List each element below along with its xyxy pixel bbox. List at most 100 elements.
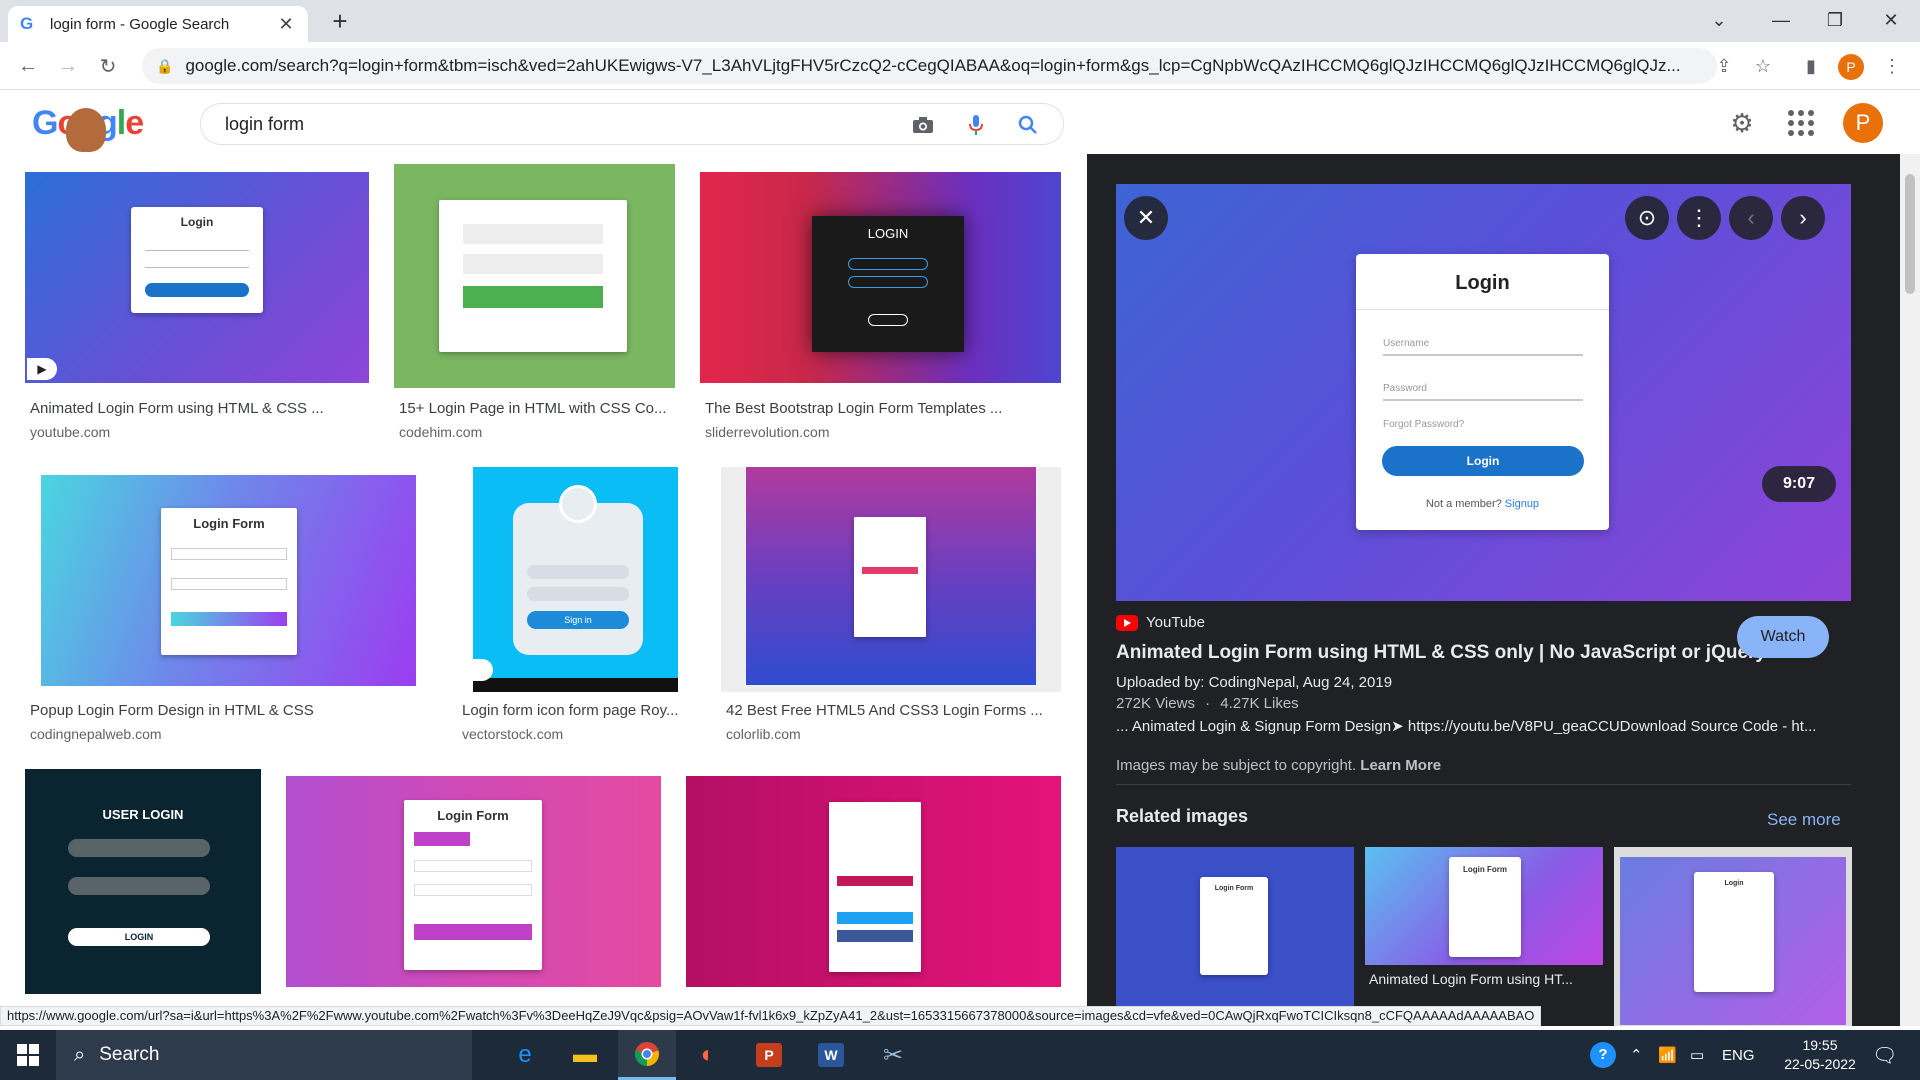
thumb-text: Login Form [193, 516, 265, 531]
result-title[interactable]: 42 Best Free HTML5 And CSS3 Login Forms … [726, 702, 1061, 719]
result-thumbnail[interactable]: Login ▶ [25, 172, 369, 383]
result-thumbnail[interactable]: LOGIN [700, 172, 1061, 383]
forward-arrow-icon[interactable]: → [52, 50, 84, 82]
watch-button[interactable]: Watch [1737, 616, 1829, 658]
share-icon[interactable]: ⇪ [1710, 52, 1738, 80]
image-badge-icon [457, 659, 493, 681]
preview-not-member: Not a member? [1425, 498, 1502, 510]
preview-title[interactable]: Animated Login Form using HTML & CSS onl… [1116, 642, 1766, 664]
previous-arrow-icon[interactable]: ‹ [1729, 196, 1773, 240]
result-source: sliderrevolution.com [705, 424, 830, 440]
windows-start-button[interactable] [0, 1030, 56, 1080]
chrome-icon[interactable] [618, 1030, 676, 1080]
address-bar[interactable]: 🔒 google.com/search?q=login+form&tbm=isc… [142, 48, 1717, 84]
result-source: codehim.com [399, 424, 483, 440]
tray-chevron-icon[interactable]: ⌃ [1630, 1030, 1643, 1080]
learn-more-link[interactable]: Learn More [1360, 757, 1441, 774]
search-icon[interactable] [1015, 113, 1041, 137]
settings-gear-icon[interactable]: ⚙ [1726, 107, 1758, 139]
thumb-login-card: Login [1694, 872, 1774, 992]
google-favicon-icon: G [20, 14, 34, 33]
lens-icon[interactable]: ⊙ [1625, 196, 1669, 240]
taskbar-clock[interactable]: 19:55 22-05-2022 [1770, 1036, 1870, 1074]
preview-image[interactable]: Login Username Password Forgot Password?… [1116, 184, 1851, 601]
thumb-login-card: Login Form [161, 508, 297, 655]
edge-icon[interactable]: e [496, 1030, 554, 1080]
result-thumbnail[interactable]: Login Form [286, 776, 661, 987]
thumb-login-card [854, 517, 926, 637]
recorder-icon[interactable]: ◐ [679, 1030, 737, 1080]
result-thumbnail[interactable] [721, 467, 1061, 692]
browser-toolbar: ← → ↻ 🔒 google.com/search?q=login+form&t… [0, 42, 1920, 90]
related-image-thumbnail[interactable]: Login Form Animated Login Form using HT.… [1365, 847, 1603, 1026]
related-images-heading: Related images [1116, 806, 1249, 826]
result-thumbnail[interactable]: USER LOGIN LOGIN [25, 769, 261, 994]
close-icon[interactable]: ✕ [1124, 196, 1168, 240]
page-scrollbar[interactable] [1900, 154, 1920, 1026]
close-window-button[interactable]: ✕ [1862, 0, 1920, 40]
result-thumbnail[interactable] [686, 776, 1061, 987]
network-icon[interactable]: 📶 [1658, 1030, 1677, 1080]
result-title[interactable]: Animated Login Form using HTML & CSS ... [30, 400, 370, 417]
result-source: colorlib.com [726, 726, 801, 742]
views-count: 272K Views [1116, 695, 1195, 712]
powerpoint-icon[interactable]: P [740, 1030, 798, 1080]
thumb-text: Login Form [1463, 865, 1507, 874]
back-arrow-icon[interactable]: ← [12, 50, 44, 82]
bookmark-star-icon[interactable]: ☆ [1749, 52, 1777, 80]
microphone-icon[interactable] [963, 113, 989, 137]
side-panel-icon[interactable]: ▮ [1797, 52, 1825, 80]
result-thumbnail[interactable] [394, 164, 675, 388]
language-indicator[interactable]: ENG [1722, 1030, 1755, 1080]
result-title[interactable]: Login form icon form page Roy... [462, 702, 694, 719]
notifications-icon[interactable]: 🗨 [1872, 1030, 1897, 1080]
clock-time: 19:55 [1802, 1037, 1838, 1053]
thumb-login-card [439, 200, 627, 352]
result-title[interactable]: The Best Bootstrap Login Form Templates … [705, 400, 1060, 417]
next-arrow-icon[interactable]: › [1781, 196, 1825, 240]
scrollbar-thumb[interactable] [1905, 174, 1915, 294]
thumb-login-card: Login Form [1200, 877, 1268, 975]
restore-button[interactable]: ❐ [1806, 0, 1864, 40]
reload-icon[interactable]: ↻ [92, 50, 124, 82]
result-title[interactable]: 15+ Login Page in HTML with CSS Co... [399, 400, 674, 417]
preview-form-title: Login [1455, 272, 1510, 294]
thumb-text: LOGIN [68, 928, 210, 946]
related-image-thumbnail[interactable]: Login [1614, 847, 1852, 1026]
url-text: google.com/search?q=login+form&tbm=isch&… [185, 56, 1681, 75]
help-icon[interactable]: ? [1590, 1030, 1616, 1080]
source-site[interactable]: YouTube [1116, 614, 1205, 631]
browser-tab[interactable]: G login form - Google Search ✕ [8, 6, 308, 42]
taskbar-search[interactable]: ⌕ Search [56, 1030, 472, 1080]
word-icon[interactable]: W [802, 1030, 860, 1080]
file-explorer-icon[interactable]: ▬ [556, 1030, 614, 1080]
browser-profile-avatar[interactable]: P [1838, 54, 1864, 80]
thumb-text: USER LOGIN [102, 807, 184, 822]
result-title[interactable]: Popup Login Form Design in HTML & CSS [30, 702, 430, 719]
thumb-login-card: Login [131, 207, 263, 313]
search-icon: ⌕ [74, 1043, 86, 1066]
browser-tab-strip: G login form - Google Search ✕ + ⌄ — ❐ ✕ [0, 0, 1920, 42]
see-more-link[interactable]: See more [1767, 810, 1841, 830]
related-image-thumbnail[interactable]: Login Form [1116, 847, 1354, 1026]
google-account-avatar[interactable]: P [1843, 103, 1883, 143]
result-thumbnail[interactable]: Login Form [25, 467, 431, 692]
preview-signup-link: Signup [1504, 498, 1540, 510]
battery-icon[interactable]: ▭ [1690, 1030, 1704, 1080]
new-tab-button[interactable]: + [325, 6, 355, 36]
more-options-icon[interactable]: ⋮ [1677, 196, 1721, 240]
thumb-login-card: Sign in [513, 485, 643, 655]
preview-signup-line: Not a member? Signup [1356, 498, 1609, 510]
camera-icon[interactable] [910, 113, 936, 137]
minimize-button[interactable]: — [1752, 0, 1810, 40]
likes-count: 4.27K Likes [1220, 695, 1299, 712]
preview-password-label: Password [1383, 383, 1427, 394]
tab-close-icon[interactable]: ✕ [276, 14, 296, 35]
google-apps-icon[interactable] [1788, 110, 1814, 136]
tab-search-chevron-icon[interactable]: ⌄ [1690, 0, 1748, 40]
thumb-text: Login [1724, 880, 1744, 887]
browser-menu-icon[interactable]: ⋮ [1878, 52, 1906, 80]
result-thumbnail[interactable]: Sign in [457, 467, 695, 692]
snipping-tool-icon[interactable]: ✂ [864, 1030, 922, 1080]
thumb-text: LOGIN [867, 226, 909, 241]
